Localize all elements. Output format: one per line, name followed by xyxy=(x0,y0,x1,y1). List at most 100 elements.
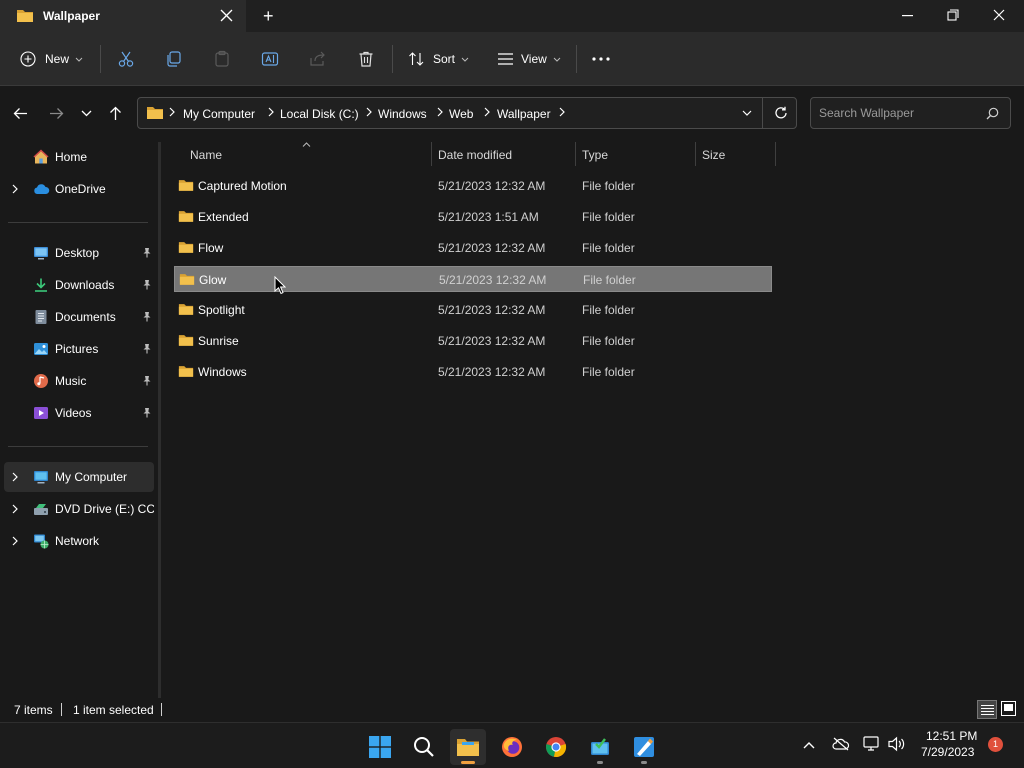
table-row[interactable]: Spotlight 5/21/2023 12:32 AM File folder xyxy=(174,297,772,323)
notification-badge[interactable]: 1 xyxy=(988,737,1003,752)
table-row[interactable]: Flow 5/21/2023 12:32 AM File folder xyxy=(174,235,772,261)
sidebar-item-videos[interactable]: Videos xyxy=(4,398,154,428)
breadcrumb-separator-icon[interactable] xyxy=(437,107,443,117)
file-date-modified: 5/21/2023 12:32 AM xyxy=(438,303,546,317)
pin-icon[interactable] xyxy=(142,311,152,322)
file-list: Name Date modified Type Size Captured Mo… xyxy=(161,142,1024,698)
sidebar-item-music[interactable]: Music xyxy=(4,366,154,396)
volume-icon[interactable] xyxy=(888,736,906,752)
refresh-icon[interactable] xyxy=(774,106,788,120)
toolbar-divider xyxy=(392,45,393,73)
copy-button[interactable] xyxy=(165,46,183,72)
column-resize-handle[interactable] xyxy=(431,142,432,166)
breadcrumb-my-computer[interactable]: My Computer xyxy=(183,107,255,121)
close-window-button[interactable] xyxy=(993,9,1005,21)
onedrive-offline-icon[interactable] xyxy=(832,737,850,751)
address-bar[interactable]: My Computer Local Disk (C:) Windows Web … xyxy=(137,97,797,129)
network-status-icon[interactable] xyxy=(863,736,881,752)
pin-icon[interactable] xyxy=(142,407,152,418)
sort-button[interactable]: Sort xyxy=(408,46,469,72)
sidebar-item-onedrive[interactable]: OneDrive xyxy=(4,174,154,204)
column-resize-handle[interactable] xyxy=(695,142,696,166)
pin-icon[interactable] xyxy=(142,247,152,258)
search-box[interactable] xyxy=(810,97,1011,129)
chevron-right-icon[interactable] xyxy=(12,504,18,514)
column-resize-handle[interactable] xyxy=(575,142,576,166)
taskbar-paint[interactable] xyxy=(626,729,662,765)
breadcrumb-windows[interactable]: Windows xyxy=(378,107,427,121)
table-row[interactable]: Glow 5/21/2023 12:32 AM File folder xyxy=(174,266,772,292)
sidebar-item-label: Network xyxy=(55,534,100,548)
details-view-button[interactable] xyxy=(977,700,997,719)
table-row[interactable]: Windows 5/21/2023 12:32 AM File folder xyxy=(174,359,772,385)
folder-icon xyxy=(178,302,194,316)
search-icon[interactable] xyxy=(986,107,999,120)
taskbar-app-installer[interactable] xyxy=(582,729,618,765)
large-icons-view-button[interactable] xyxy=(1001,701,1016,716)
new-button[interactable]: New xyxy=(20,46,83,72)
chevron-right-icon[interactable] xyxy=(12,472,18,482)
breadcrumb-separator-icon[interactable] xyxy=(484,107,490,117)
delete-button[interactable] xyxy=(357,46,375,72)
back-button[interactable] xyxy=(13,107,28,120)
file-date-modified: 5/21/2023 12:32 AM xyxy=(438,179,546,193)
sidebar-item-network[interactable]: Network xyxy=(4,526,154,556)
restore-button[interactable] xyxy=(947,9,959,21)
clock-time[interactable]: 12:51 PM xyxy=(926,729,977,743)
table-row[interactable]: Sunrise 5/21/2023 12:32 AM File folder xyxy=(174,328,772,354)
search-input[interactable] xyxy=(819,104,979,122)
start-button[interactable] xyxy=(362,729,398,765)
breadcrumb-separator-icon[interactable] xyxy=(366,107,372,117)
breadcrumb-web[interactable]: Web xyxy=(449,107,473,121)
breadcrumb-local-disk[interactable]: Local Disk (C:) xyxy=(280,107,359,121)
sidebar-item-home[interactable]: Home xyxy=(4,142,154,172)
recent-locations-button[interactable] xyxy=(81,110,92,117)
taskbar-search-button[interactable] xyxy=(406,729,442,765)
cut-button[interactable] xyxy=(117,46,135,72)
column-header-size[interactable]: Size xyxy=(702,148,725,162)
paste-button[interactable] xyxy=(213,46,231,72)
taskbar-chrome[interactable] xyxy=(538,729,574,765)
view-button[interactable]: View xyxy=(497,46,561,72)
pin-icon[interactable] xyxy=(142,375,152,386)
folder-icon xyxy=(16,8,34,23)
minimize-button[interactable] xyxy=(902,15,913,17)
sidebar-item-desktop[interactable]: Desktop xyxy=(4,238,154,268)
share-button[interactable] xyxy=(309,46,327,72)
column-header-name[interactable]: Name xyxy=(190,148,222,162)
sidebar-item-pictures[interactable]: Pictures xyxy=(4,334,154,364)
status-divider xyxy=(161,703,162,716)
folder-icon xyxy=(178,333,194,347)
sidebar-item-downloads[interactable]: Downloads xyxy=(4,270,154,300)
column-header-date-modified[interactable]: Date modified xyxy=(438,148,512,162)
table-row[interactable]: Extended 5/21/2023 1:51 AM File folder xyxy=(174,204,772,230)
breadcrumb-separator-icon[interactable] xyxy=(559,107,565,117)
column-header-type[interactable]: Type xyxy=(582,148,608,162)
taskbar-firefox[interactable] xyxy=(494,729,530,765)
sidebar-item-documents[interactable]: Documents xyxy=(4,302,154,332)
new-tab-button[interactable]: + xyxy=(263,6,274,27)
close-tab-icon[interactable] xyxy=(220,9,233,22)
up-button[interactable] xyxy=(109,106,122,121)
chevron-right-icon[interactable] xyxy=(12,536,18,546)
breadcrumb-separator-icon[interactable] xyxy=(169,107,175,117)
column-resize-handle[interactable] xyxy=(775,142,776,166)
sidebar-item-dvd-drive[interactable]: DVD Drive (E:) CCC xyxy=(4,494,154,524)
breadcrumb-wallpaper[interactable]: Wallpaper xyxy=(497,107,551,121)
address-history-chevron-icon[interactable] xyxy=(742,110,752,116)
breadcrumb-separator-icon[interactable] xyxy=(268,107,274,117)
tab-wallpaper[interactable]: Wallpaper xyxy=(0,0,246,32)
toolbar-divider xyxy=(576,45,577,73)
sidebar-item-my-computer[interactable]: My Computer xyxy=(4,462,154,492)
rename-button[interactable] xyxy=(261,46,279,72)
chevron-right-icon[interactable] xyxy=(12,184,18,194)
taskbar-file-explorer[interactable] xyxy=(450,729,486,765)
more-options-button[interactable] xyxy=(592,46,610,72)
show-hidden-icons-chevron-icon[interactable] xyxy=(803,741,815,749)
pin-icon[interactable] xyxy=(142,279,152,290)
forward-button[interactable] xyxy=(49,107,64,120)
clock-date[interactable]: 7/29/2023 xyxy=(921,745,974,759)
pin-icon[interactable] xyxy=(142,343,152,354)
table-row[interactable]: Captured Motion 5/21/2023 12:32 AM File fo… xyxy=(174,173,772,199)
new-label: New xyxy=(45,52,70,66)
